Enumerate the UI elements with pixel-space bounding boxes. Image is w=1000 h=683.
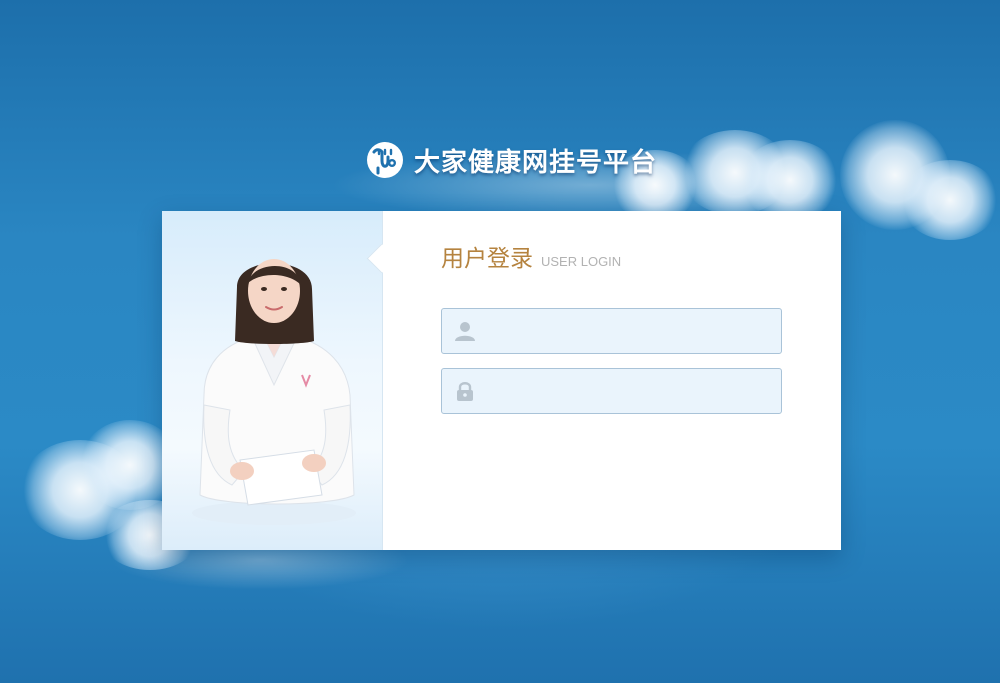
password-input[interactable] [488,371,781,411]
doctor-photo-area [162,211,383,550]
login-subtitle: USER LOGIN [541,254,622,269]
brand-title: 大家健康网挂号平台 [414,147,658,178]
lock-icon [442,369,488,413]
login-title: 用户登录 [441,246,533,272]
user-icon [442,309,488,353]
login-title-group: 用户登录 USER LOGIN [441,239,621,273]
login-panel: 用户登录 USER LOGIN [162,211,841,550]
cloud-decoration [900,160,1000,240]
login-heading: 用户登录 USER LOGIN [441,239,621,273]
cloud-decoration [740,140,840,220]
username-input[interactable] [488,311,781,351]
stethoscope-logo-icon [367,142,403,178]
password-field[interactable] [441,368,782,414]
login-page: 大家健康网挂号平台 用户登录 USER LOGIN [0,0,1000,683]
username-field[interactable] [441,308,782,354]
brand-header: 大家健康网挂号平台 [366,140,657,180]
doctor-photo [192,259,356,525]
